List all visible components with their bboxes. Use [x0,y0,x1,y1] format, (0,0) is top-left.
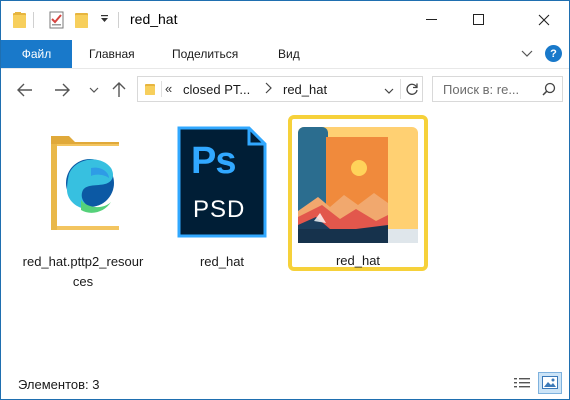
item-count: Элементов: 3 [18,377,100,392]
close-icon [538,14,550,25]
image-thumbnail [296,125,420,249]
close-button[interactable] [521,1,567,38]
help-icon[interactable]: ? [545,45,562,62]
explorer-window: red_hat Файл Главная Поделиться Вид ? « … [0,0,570,400]
breadcrumb-segment[interactable]: red_hat [283,82,327,97]
breadcrumb-overflow[interactable]: « [165,81,172,96]
refresh-button[interactable] [400,79,422,99]
tab-view[interactable]: Вид [278,47,300,61]
folder-edge-icon [21,122,145,246]
file-name: red_hat [335,253,381,268]
forward-button[interactable] [51,79,73,101]
details-view-icon [514,378,530,388]
search-icon[interactable] [542,82,556,99]
properties-icon[interactable] [48,10,66,30]
arrow-right-icon [55,83,70,97]
arrow-left-icon [17,83,32,97]
refresh-icon [405,83,418,95]
navigation-bar: « closed PT... red_hat [1,70,569,110]
minimize-button[interactable] [408,1,454,38]
search-input[interactable] [433,77,533,101]
maximize-icon [472,14,484,25]
expand-ribbon-icon[interactable] [521,47,533,61]
recent-locations-button[interactable] [87,79,101,101]
details-view-button[interactable] [512,374,532,392]
title-bar: red_hat [1,1,569,38]
customize-dropdown-icon[interactable] [100,14,109,26]
up-button[interactable] [109,79,129,101]
maximize-button[interactable] [455,1,501,38]
large-icons-view-button[interactable] [538,372,562,394]
folder-icon [144,82,156,99]
window-title: red_hat [130,11,178,27]
status-bar: Элементов: 3 [1,366,569,399]
file-item[interactable]: red_hat.pttp2_resources [21,122,145,292]
photoshop-icon: Ps PSD [167,122,277,246]
minimize-icon [425,19,437,20]
new-folder-icon[interactable] [74,10,90,30]
title-separator [118,12,119,28]
ribbon-tabs: Файл Главная Поделиться Вид ? [1,38,569,69]
large-icons-view-icon [542,376,558,389]
breadcrumb-segment[interactable]: closed PT... [183,82,250,97]
psd-logo-text: Ps [191,140,236,182]
tab-home[interactable]: Главная [89,47,135,61]
address-bar[interactable]: « closed PT... red_hat [137,76,423,102]
arrow-up-icon [112,82,126,97]
file-list: red_hat.pttp2_resources Ps PSD red_hat r… [1,110,569,366]
toolbar-separator [33,12,34,28]
back-button[interactable] [14,79,36,101]
chevron-down-icon [384,88,394,94]
tab-share[interactable]: Поделиться [172,47,238,61]
chevron-down-icon [89,87,99,93]
file-item[interactable]: Ps PSD red_hat [167,122,277,272]
tab-file[interactable]: Файл [1,40,72,68]
address-history-dropdown[interactable] [384,83,394,97]
file-item-selected[interactable]: red_hat [288,115,428,271]
file-name: red_hat.pttp2_resources [22,254,144,289]
psd-type-label: PSD [193,196,246,223]
address-separator [161,81,162,97]
file-name: red_hat [199,254,245,269]
chevron-right-icon[interactable] [265,82,272,97]
search-box[interactable] [432,76,563,102]
folder-icon[interactable] [12,10,28,30]
